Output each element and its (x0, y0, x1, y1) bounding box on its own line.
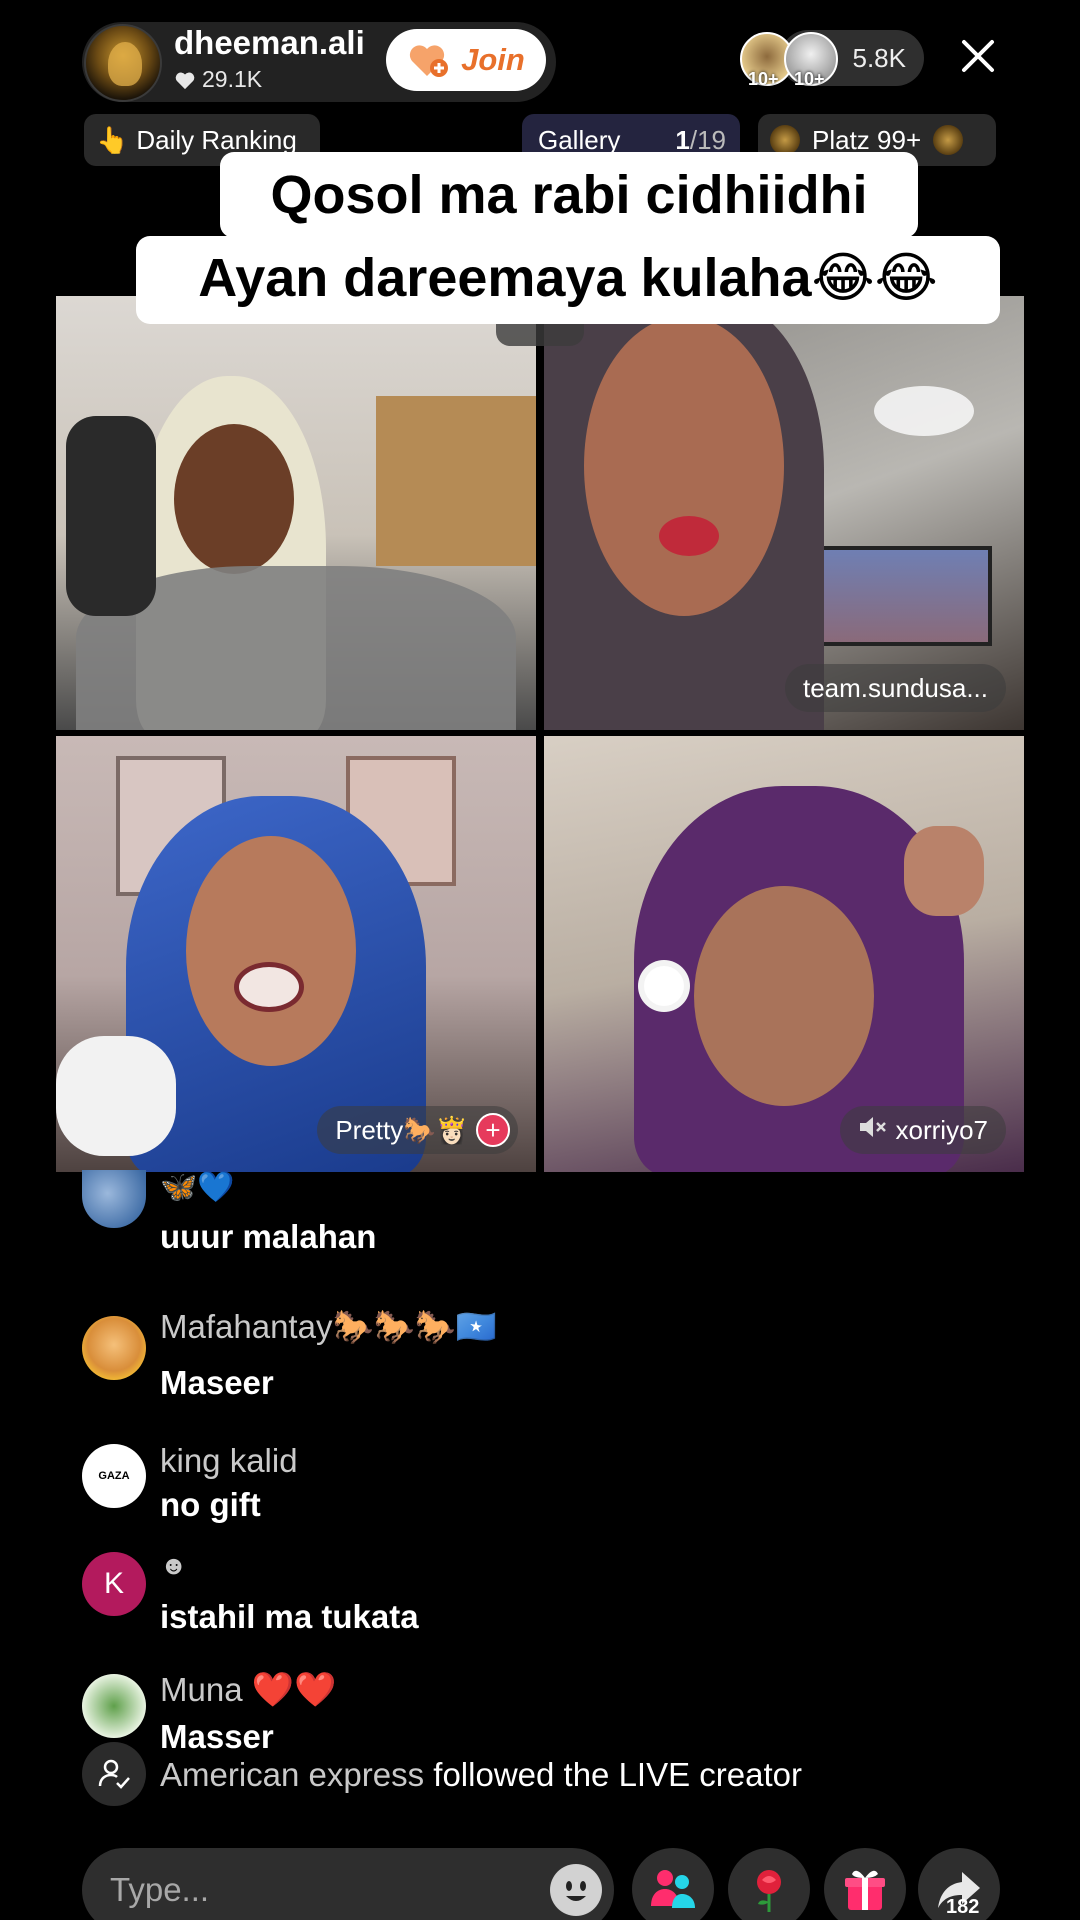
host-avatar[interactable] (84, 24, 162, 102)
gallery-count: 1/19 (675, 125, 726, 156)
host-likes-count: 29.1K (202, 66, 263, 92)
gift-button[interactable] (824, 1848, 906, 1920)
ceiling-light (874, 386, 974, 436)
ranking-badge-icon (770, 125, 800, 155)
live-comments-list[interactable]: 🦋💙 uuur malahan Mafahantay🐎🐎🐎🇸🇴 Maseer G… (0, 1170, 1080, 1755)
platz-label: Platz 99+ (812, 124, 922, 155)
commenter-avatar[interactable] (82, 1316, 146, 1380)
flower-icon (644, 966, 684, 1006)
guest-hand (904, 826, 984, 916)
comment-item[interactable]: 🦋💙 uuur malahan (82, 1170, 982, 1255)
comment-username[interactable]: Mafahantay🐎🐎🐎🇸🇴 (160, 1308, 497, 1347)
close-icon (962, 40, 994, 72)
add-icon[interactable]: + (476, 1113, 510, 1147)
comment-username[interactable]: ☻ (160, 1550, 187, 1581)
viewer-rank-badge: 10+ (794, 69, 825, 89)
comment-user-emoji: ❤️❤️ (251, 1671, 337, 1709)
comment-text: istahil ma tukata (160, 1598, 419, 1635)
guest-name: Pretty🐎👸🏻 (335, 1114, 468, 1145)
heart-icon (175, 72, 195, 89)
guest-mouth (659, 516, 719, 556)
smiley-icon (551, 1865, 601, 1915)
door-frame (376, 396, 536, 566)
guest-video-tile[interactable] (56, 296, 536, 730)
comment-text: Maseer (160, 1364, 274, 1401)
gallery-label: Gallery (538, 124, 621, 155)
multi-guest-button[interactable] (632, 1848, 714, 1920)
guest-face (584, 316, 784, 616)
guest-video-tile[interactable]: xorriyo7 (544, 736, 1024, 1172)
chair-back (66, 416, 156, 616)
commenter-avatar[interactable] (82, 1674, 146, 1738)
commenter-avatar[interactable]: K (82, 1552, 146, 1616)
join-fan-club-button[interactable]: Join (386, 29, 546, 91)
gift-icon (845, 1870, 885, 1910)
commenter-avatar[interactable]: GAZA (82, 1444, 146, 1508)
follower-name[interactable]: American express (160, 1756, 424, 1793)
guest-name-label[interactable]: team.sundusa... (785, 664, 1006, 712)
commenter-avatar[interactable] (82, 1170, 146, 1228)
viewer-rank-badge: 10+ (748, 69, 779, 89)
pointing-hand-icon: 👆 (96, 124, 129, 155)
muted-icon (858, 1114, 888, 1147)
emoji-button[interactable] (550, 1864, 602, 1916)
guest-face (186, 836, 356, 1066)
join-label: Join (461, 42, 525, 77)
guest-video-tile[interactable]: Pretty🐎👸🏻 + (56, 736, 536, 1172)
multi-guest-video-grid: team.sundusa... Pretty🐎👸🏻 + xorriyo7 (56, 296, 1024, 1172)
guest-name: xorriyo7 (895, 1114, 988, 1145)
comment-username[interactable]: 🦋💙 (160, 1170, 235, 1205)
follow-action: followed the LIVE creator (433, 1756, 802, 1793)
top-viewer-avatar[interactable]: 10+ (784, 32, 838, 89)
trophy-icon (933, 125, 964, 155)
viewer-count: 5.8K (852, 42, 907, 73)
caption-line-2: Ayan dareemaya kulaha😂😂 (136, 236, 1000, 324)
close-button[interactable] (958, 36, 998, 76)
guest-face (694, 886, 874, 1106)
white-cloth (56, 1036, 176, 1156)
guest-name-label[interactable]: Pretty🐎👸🏻 + (317, 1106, 518, 1154)
rose-icon (757, 1870, 781, 1912)
comment-username-row[interactable]: Muna ❤️❤️ (160, 1670, 336, 1710)
follow-event-row: American express followed the LIVE creat… (82, 1742, 1002, 1806)
guest-video-tile[interactable]: team.sundusa... (544, 296, 1024, 730)
gallery-total: /19 (689, 124, 726, 155)
host-name[interactable]: dheeman.ali (174, 24, 365, 62)
guests-icon (651, 1870, 695, 1908)
host-likes: 29.1K (174, 66, 262, 93)
follow-event-text: American express followed the LIVE creat… (160, 1756, 802, 1794)
daily-ranking-label: Daily Ranking (136, 124, 297, 155)
comment-username[interactable]: Muna (160, 1671, 243, 1708)
caption-line-1: Qosol ma rabi cidhiidhi (220, 152, 918, 238)
rose-gift-button[interactable] (728, 1848, 810, 1920)
person-check-icon (82, 1742, 146, 1806)
guest-mouth (234, 962, 304, 1012)
guest-name-label[interactable]: xorriyo7 (839, 1106, 1006, 1154)
comment-text: no gift (160, 1486, 261, 1523)
comment-input[interactable] (82, 1848, 614, 1920)
gallery-current: 1 (675, 124, 690, 155)
share-count: 182 (946, 1896, 980, 1918)
guest-face (174, 424, 294, 574)
heart-plus-icon (410, 45, 449, 77)
comment-text: uuur malahan (160, 1218, 377, 1255)
top-viewers[interactable]: 10+ 10+ (740, 32, 846, 89)
comment-username[interactable]: king kalid (160, 1442, 298, 1480)
guest-name: team.sundusa... (803, 672, 988, 703)
